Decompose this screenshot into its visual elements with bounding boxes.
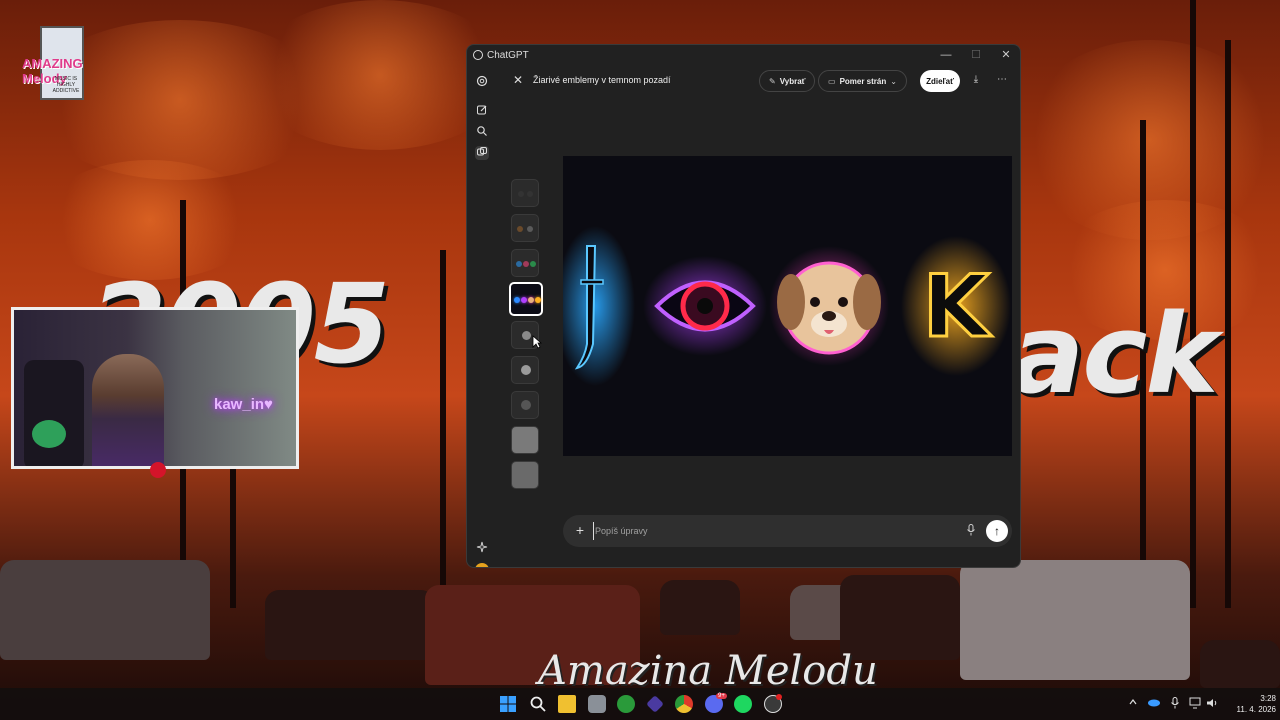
edit-composer: + ↑ bbox=[563, 515, 1012, 547]
more-options-icon[interactable]: ⋯ bbox=[995, 73, 1009, 87]
sword-emblem bbox=[563, 226, 635, 386]
discord-badge: 9+ bbox=[716, 693, 727, 699]
obs-recording-dot bbox=[776, 694, 782, 700]
chrome-icon[interactable] bbox=[675, 695, 693, 713]
windows-taskbar: 9+ 3:28 11. 4. 2026 bbox=[0, 688, 1280, 720]
thumbnail-6[interactable] bbox=[511, 356, 539, 384]
close-window-button[interactable]: ✕ bbox=[991, 47, 1020, 63]
clock-date: 11. 4. 2026 bbox=[1236, 705, 1276, 714]
microphone-icon[interactable] bbox=[965, 524, 977, 538]
app-title: ChatGPT bbox=[487, 49, 529, 61]
letter-k-emblem: K bbox=[901, 236, 1011, 376]
share-button[interactable]: Zdieľať bbox=[920, 70, 960, 92]
download-icon[interactable]: ⤓ bbox=[969, 73, 983, 87]
generated-image[interactable]: K bbox=[563, 156, 1012, 456]
library-icon[interactable] bbox=[475, 146, 489, 160]
openai-logo-icon bbox=[473, 50, 483, 60]
webcam-red-dot bbox=[150, 462, 166, 478]
aspect-ratio-dropdown[interactable]: ▭ Pomer strán ⌄ bbox=[818, 70, 907, 92]
thumbnail-4-selected[interactable] bbox=[509, 282, 543, 316]
image-title: Žiarivé emblemy v temnom pozadí bbox=[533, 75, 671, 85]
file-explorer-icon[interactable] bbox=[558, 695, 576, 713]
microphone-tray-icon[interactable] bbox=[1168, 697, 1182, 711]
mouse-cursor bbox=[532, 335, 542, 349]
onedrive-icon[interactable] bbox=[1147, 697, 1161, 711]
network-icon[interactable] bbox=[1189, 697, 1203, 711]
thumbnail-9[interactable] bbox=[511, 461, 539, 489]
sidebar bbox=[467, 65, 497, 567]
search-icon[interactable] bbox=[475, 125, 489, 139]
windows-start-icon[interactable] bbox=[499, 695, 517, 713]
add-attachment-button[interactable]: + bbox=[573, 523, 587, 537]
k-letter: K bbox=[923, 257, 993, 357]
logo-subtext: MUSIC IS HIGHLY ADDICTIVE bbox=[52, 76, 80, 94]
webcam-overlay: kaw_in♥ bbox=[11, 307, 299, 469]
thumbnail-1[interactable] bbox=[511, 179, 539, 207]
user-avatar[interactable] bbox=[475, 563, 489, 567]
chatgpt-window: ChatGPT — ☐ ✕ ✕ Žiarivé emblemy v temnom… bbox=[466, 44, 1021, 568]
send-button[interactable]: ↑ bbox=[986, 520, 1008, 542]
thumbnail-2[interactable] bbox=[511, 214, 539, 242]
aspect-ratio-icon: ▭ bbox=[828, 76, 836, 86]
xbox-icon[interactable] bbox=[617, 695, 635, 713]
volume-icon[interactable] bbox=[1205, 697, 1219, 711]
plant-decor bbox=[32, 420, 66, 448]
window-titlebar[interactable]: ChatGPT — ☐ ✕ bbox=[467, 45, 1020, 65]
new-chat-icon[interactable] bbox=[475, 104, 489, 118]
select-label: Vybrať bbox=[779, 76, 806, 86]
tray-chevron-up-icon[interactable] bbox=[1126, 697, 1140, 711]
wallpaper-text-right: ack bbox=[1010, 290, 1219, 418]
thumbnail-8[interactable] bbox=[511, 426, 539, 454]
thumbnail-3[interactable] bbox=[511, 249, 539, 277]
spotify-icon[interactable] bbox=[734, 695, 752, 713]
eye-emblem bbox=[643, 256, 767, 356]
neon-sign: kaw_in♥ bbox=[214, 396, 273, 413]
minimize-button[interactable]: — bbox=[931, 47, 961, 63]
close-icon[interactable]: ✕ bbox=[511, 73, 525, 87]
maximize-button[interactable]: ☐ bbox=[961, 47, 991, 63]
streamer bbox=[92, 354, 164, 466]
clock-time: 3:28 bbox=[1260, 694, 1276, 703]
proton-vpn-icon[interactable] bbox=[646, 695, 664, 713]
chevron-down-icon: ⌄ bbox=[890, 76, 897, 86]
gaming-chair bbox=[24, 360, 84, 466]
thumbnail-7[interactable] bbox=[511, 391, 539, 419]
edit-prompt-input[interactable] bbox=[593, 522, 953, 540]
select-button[interactable]: ✎ Vybrať bbox=[759, 70, 816, 92]
dog-emblem bbox=[769, 246, 889, 366]
photos-icon[interactable] bbox=[588, 695, 606, 713]
wallpaper-logo: AMAZING Melody MUSIC IS HIGHLY ADDICTIVE bbox=[22, 26, 102, 102]
aspect-ratio-label: Pomer strán bbox=[839, 76, 887, 86]
image-toolbar: ✕ Žiarivé emblemy v temnom pozadí ✎ Vybr… bbox=[507, 69, 1015, 93]
openai-logo-icon[interactable] bbox=[475, 75, 489, 89]
select-icon: ✎ bbox=[769, 76, 776, 86]
sparkle-icon[interactable] bbox=[475, 541, 489, 555]
search-icon[interactable] bbox=[529, 695, 547, 713]
system-clock[interactable]: 3:28 11. 4. 2026 bbox=[1224, 693, 1276, 715]
